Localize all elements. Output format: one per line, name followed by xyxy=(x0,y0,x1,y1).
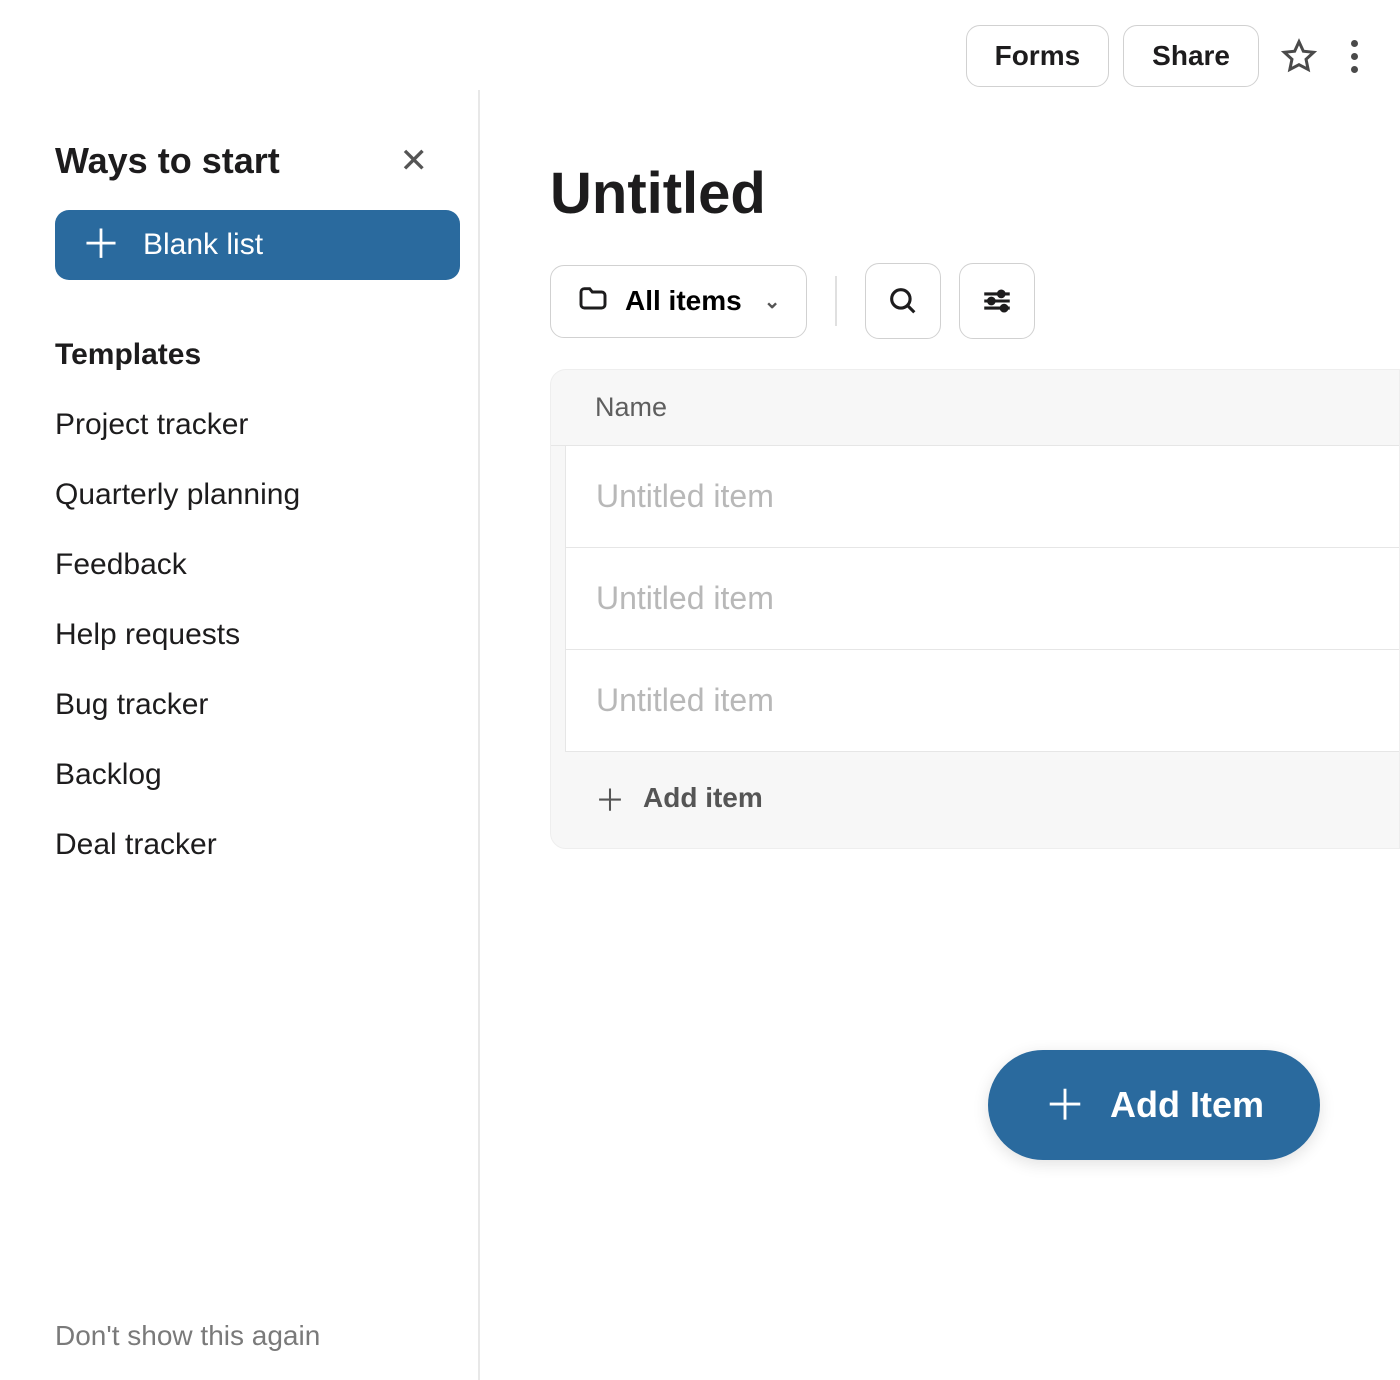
main-content: Untitled All items ⌄ xyxy=(480,90,1400,1380)
templates-list: Project tracker Quarterly planning Feedb… xyxy=(55,390,438,880)
templates-heading: Templates xyxy=(55,338,438,372)
forms-button[interactable]: Forms xyxy=(966,25,1110,87)
add-item-row[interactable]: ＋ Add item xyxy=(551,752,1399,848)
plus-icon: ＋ xyxy=(81,235,121,255)
list-item[interactable]: Untitled item xyxy=(566,548,1399,650)
ways-to-start-sidebar: Ways to start ✕ ＋ Blank list Templates P… xyxy=(0,90,480,1380)
view-selector-button[interactable]: All items ⌄ xyxy=(550,265,807,338)
folder-icon xyxy=(577,282,609,321)
search-icon xyxy=(886,284,920,318)
chevron-down-icon: ⌄ xyxy=(764,289,781,314)
item-placeholder: Untitled item xyxy=(596,682,774,718)
list-toolbar: All items ⌄ xyxy=(550,263,1400,339)
more-menu-icon[interactable] xyxy=(1339,32,1370,81)
toolbar-divider xyxy=(835,276,837,326)
list-table: Name Untitled item Untitled item Untitle… xyxy=(550,369,1400,849)
template-item[interactable]: Feedback xyxy=(55,530,438,600)
top-bar: Forms Share xyxy=(0,0,1400,90)
sidebar-title: Ways to start xyxy=(55,140,280,182)
filter-button[interactable] xyxy=(959,263,1035,339)
add-item-fab[interactable]: ＋ Add Item xyxy=(988,1050,1320,1160)
share-button[interactable]: Share xyxy=(1123,25,1259,87)
item-placeholder: Untitled item xyxy=(596,580,774,616)
fab-label: Add Item xyxy=(1110,1084,1264,1126)
template-item[interactable]: Backlog xyxy=(55,740,438,810)
plus-icon: ＋ xyxy=(1044,1095,1086,1116)
column-header-name[interactable]: Name xyxy=(595,392,667,423)
blank-list-label: Blank list xyxy=(143,228,263,262)
list-item[interactable]: Untitled item xyxy=(566,650,1399,752)
list-item[interactable]: Untitled item xyxy=(566,446,1399,548)
blank-list-button[interactable]: ＋ Blank list xyxy=(55,210,460,280)
star-icon[interactable] xyxy=(1273,30,1325,82)
dont-show-again-link[interactable]: Don't show this again xyxy=(55,1320,320,1352)
view-selector-label: All items xyxy=(625,285,742,317)
page-title[interactable]: Untitled xyxy=(550,160,1400,227)
template-item[interactable]: Project tracker xyxy=(55,390,438,460)
plus-icon: ＋ xyxy=(595,776,625,820)
item-placeholder: Untitled item xyxy=(596,478,774,514)
add-item-row-label: Add item xyxy=(643,782,763,814)
template-item[interactable]: Quarterly planning xyxy=(55,460,438,530)
template-item[interactable]: Bug tracker xyxy=(55,670,438,740)
template-item[interactable]: Help requests xyxy=(55,600,438,670)
template-item[interactable]: Deal tracker xyxy=(55,810,438,880)
search-button[interactable] xyxy=(865,263,941,339)
close-icon[interactable]: ✕ xyxy=(400,141,429,181)
list-header-row: Name xyxy=(551,370,1399,446)
sliders-icon xyxy=(980,284,1014,318)
